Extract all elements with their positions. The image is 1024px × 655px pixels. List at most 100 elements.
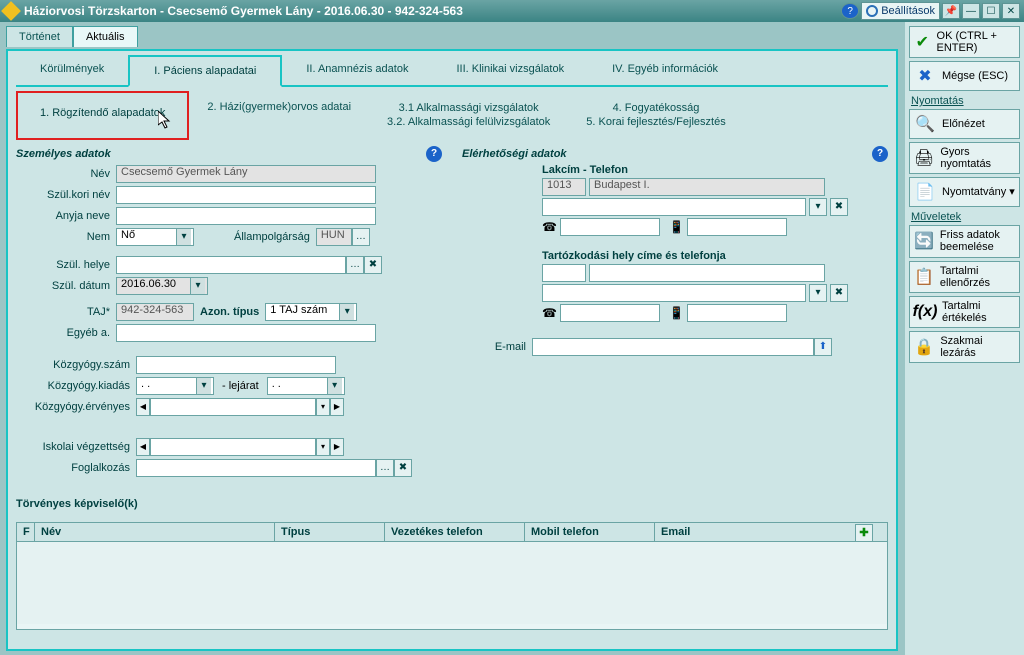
- landline1-input[interactable]: [560, 218, 660, 236]
- top-tabs: Történet Aktuális: [6, 26, 898, 47]
- kozgy-valid-prev-button[interactable]: ◀: [136, 398, 150, 416]
- cancel-button[interactable]: ✖ Mégse (ESC): [909, 61, 1020, 91]
- kozgy-valid-next-button[interactable]: ▶: [330, 398, 344, 416]
- street-input[interactable]: [542, 198, 806, 216]
- school-input[interactable]: [150, 438, 316, 456]
- kozgy-issue-input[interactable]: . .: [136, 377, 214, 395]
- name-label: Név: [16, 168, 116, 180]
- personal-section-title: Személyes adatok ?: [16, 146, 442, 162]
- taj-input[interactable]: 942-324-563: [116, 303, 194, 321]
- maximize-button[interactable]: ☐: [982, 3, 1000, 19]
- settings-button[interactable]: Beállítások: [861, 2, 940, 20]
- ok-button[interactable]: ✔ OK (CTRL + ENTER): [909, 26, 1020, 58]
- zip-input[interactable]: 1013: [542, 178, 586, 196]
- citizenship-label: Állampolgárság: [234, 231, 316, 243]
- subtab-basic-data[interactable]: 1. Rögzítendő alapadatok: [16, 91, 189, 140]
- kozgy-num-input[interactable]: [136, 356, 336, 374]
- tab-other-info[interactable]: IV. Egyéb információk: [588, 55, 742, 85]
- col-type[interactable]: Típus: [275, 523, 385, 541]
- add-guardian-button[interactable]: ✚: [855, 524, 873, 542]
- citizenship-input[interactable]: HUN: [316, 228, 352, 246]
- mother-input[interactable]: [116, 207, 376, 225]
- birthplace-input[interactable]: [116, 256, 346, 274]
- col-name[interactable]: Név: [35, 523, 275, 541]
- email-send-button[interactable]: ⬆: [814, 338, 832, 356]
- tab-clinical[interactable]: III. Klinikai vizsgálatok: [432, 55, 588, 85]
- idtype-select[interactable]: 1 TAJ szám: [265, 303, 357, 321]
- name-input[interactable]: Csecsemő Gyermek Lány: [116, 165, 376, 183]
- subtab-disability[interactable]: 4. Fogyatékosság5. Korai fejlesztés/Fejl…: [568, 91, 743, 140]
- help-icon[interactable]: ?: [426, 146, 442, 162]
- addr-phone-header: Lakcím - Telefon: [542, 164, 888, 176]
- tab-circumstances[interactable]: Körülmények: [16, 55, 128, 85]
- help-button[interactable]: ?: [841, 3, 859, 19]
- subtab-gp-data[interactable]: 2. Házi(gyermek)orvos adatai: [189, 91, 369, 140]
- school-next-button[interactable]: ▶: [330, 438, 344, 456]
- col-f[interactable]: F: [17, 523, 35, 541]
- kozgy-valid-input[interactable]: [150, 398, 316, 416]
- gear-icon: [866, 5, 878, 17]
- preview-button[interactable]: 🔍 Előnézet: [909, 109, 1020, 139]
- mobile2-input[interactable]: [687, 304, 787, 322]
- app-icon: [1, 1, 21, 21]
- contenteval-button[interactable]: f(x) Tartalmi értékelés: [909, 296, 1020, 328]
- col-email[interactable]: Email: [655, 523, 887, 541]
- job-input[interactable]: [136, 459, 376, 477]
- subtab-fitness[interactable]: 3.1 Alkalmassági vizsgálatok3.2. Alkalma…: [369, 91, 568, 140]
- birthplace-clear-button[interactable]: ✖: [364, 256, 382, 274]
- form-button[interactable]: 📄 Nyomtatvány ▾: [909, 177, 1020, 207]
- mobile1-input[interactable]: [687, 218, 787, 236]
- contentcheck-button[interactable]: 📋 Tartalmi ellenőrzés: [909, 261, 1020, 293]
- school-dropdown-button[interactable]: ▾: [316, 438, 330, 456]
- tab-patient-data[interactable]: I. Páciens alapadatai: [128, 55, 282, 87]
- birthplace-lookup-button[interactable]: …: [346, 256, 364, 274]
- refresh-button[interactable]: 🔄 Friss adatok beemelése: [909, 225, 1020, 257]
- pin-button[interactable]: 📌: [942, 3, 960, 19]
- birthname-input[interactable]: [116, 186, 376, 204]
- refresh-icon: 🔄: [914, 230, 934, 252]
- kozgy-exp-label: - lejárat: [214, 380, 267, 392]
- birthdate-input[interactable]: 2016.06.30: [116, 277, 208, 295]
- check-doc-icon: 📋: [914, 266, 934, 288]
- fx-icon: f(x): [914, 301, 936, 323]
- citizenship-lookup-button[interactable]: …: [352, 228, 370, 246]
- col-mobile[interactable]: Mobil telefon: [525, 523, 655, 541]
- magnifier-icon: 🔍: [914, 113, 936, 135]
- close-button[interactable]: ✕: [1002, 3, 1020, 19]
- kozgy-issue-label: Közgyógy.kiadás: [16, 380, 136, 392]
- kozgy-exp-input[interactable]: . .: [267, 377, 345, 395]
- tab-current[interactable]: Aktuális: [73, 26, 138, 47]
- help-icon[interactable]: ?: [872, 146, 888, 162]
- mobile-icon: 📱: [669, 306, 684, 320]
- addr-clear-button[interactable]: ✖: [830, 198, 848, 216]
- subtab-basic-data-label: 1. Rögzítendő alapadatok: [40, 107, 165, 119]
- school-prev-button[interactable]: ◀: [136, 438, 150, 456]
- otherid-input[interactable]: [116, 324, 376, 342]
- addr-dropdown-button[interactable]: ▾: [809, 198, 827, 216]
- check-icon: ✔: [914, 31, 931, 53]
- stay-zip-input[interactable]: [542, 264, 586, 282]
- guardians-body[interactable]: [17, 542, 887, 624]
- tab-anamnesis[interactable]: II. Anamnézis adatok: [282, 55, 432, 85]
- stay-city-input[interactable]: [589, 264, 825, 282]
- personal-data-panel: Személyes adatok ? Név Csecsemő Gyermek …: [16, 146, 442, 480]
- job-lookup-button[interactable]: …: [376, 459, 394, 477]
- landline2-input[interactable]: [560, 304, 660, 322]
- lock-button[interactable]: 🔒 Szakmai lezárás: [909, 331, 1020, 363]
- stay-addr-dropdown-button[interactable]: ▾: [809, 284, 827, 302]
- city-input[interactable]: Budapest I.: [589, 178, 825, 196]
- job-clear-button[interactable]: ✖: [394, 459, 412, 477]
- minimize-button[interactable]: —: [962, 3, 980, 19]
- stay-street-input[interactable]: [542, 284, 806, 302]
- email-input[interactable]: [532, 338, 814, 356]
- sex-select[interactable]: Nő: [116, 228, 194, 246]
- birthplace-label: Szül. helye: [16, 259, 116, 271]
- tab-history[interactable]: Történet: [6, 26, 73, 47]
- kozgy-valid-dropdown-button[interactable]: ▾: [316, 398, 330, 416]
- quickprint-button[interactable]: 🖨 Gyors nyomtatás: [909, 142, 1020, 174]
- mobile-icon: 📱: [669, 220, 684, 234]
- kozgy-num-label: Közgyógy.szám: [16, 359, 136, 371]
- col-landline[interactable]: Vezetékes telefon: [385, 523, 525, 541]
- action-panel: ✔ OK (CTRL + ENTER) ✖ Mégse (ESC) Nyomta…: [904, 22, 1024, 655]
- stay-addr-clear-button[interactable]: ✖: [830, 284, 848, 302]
